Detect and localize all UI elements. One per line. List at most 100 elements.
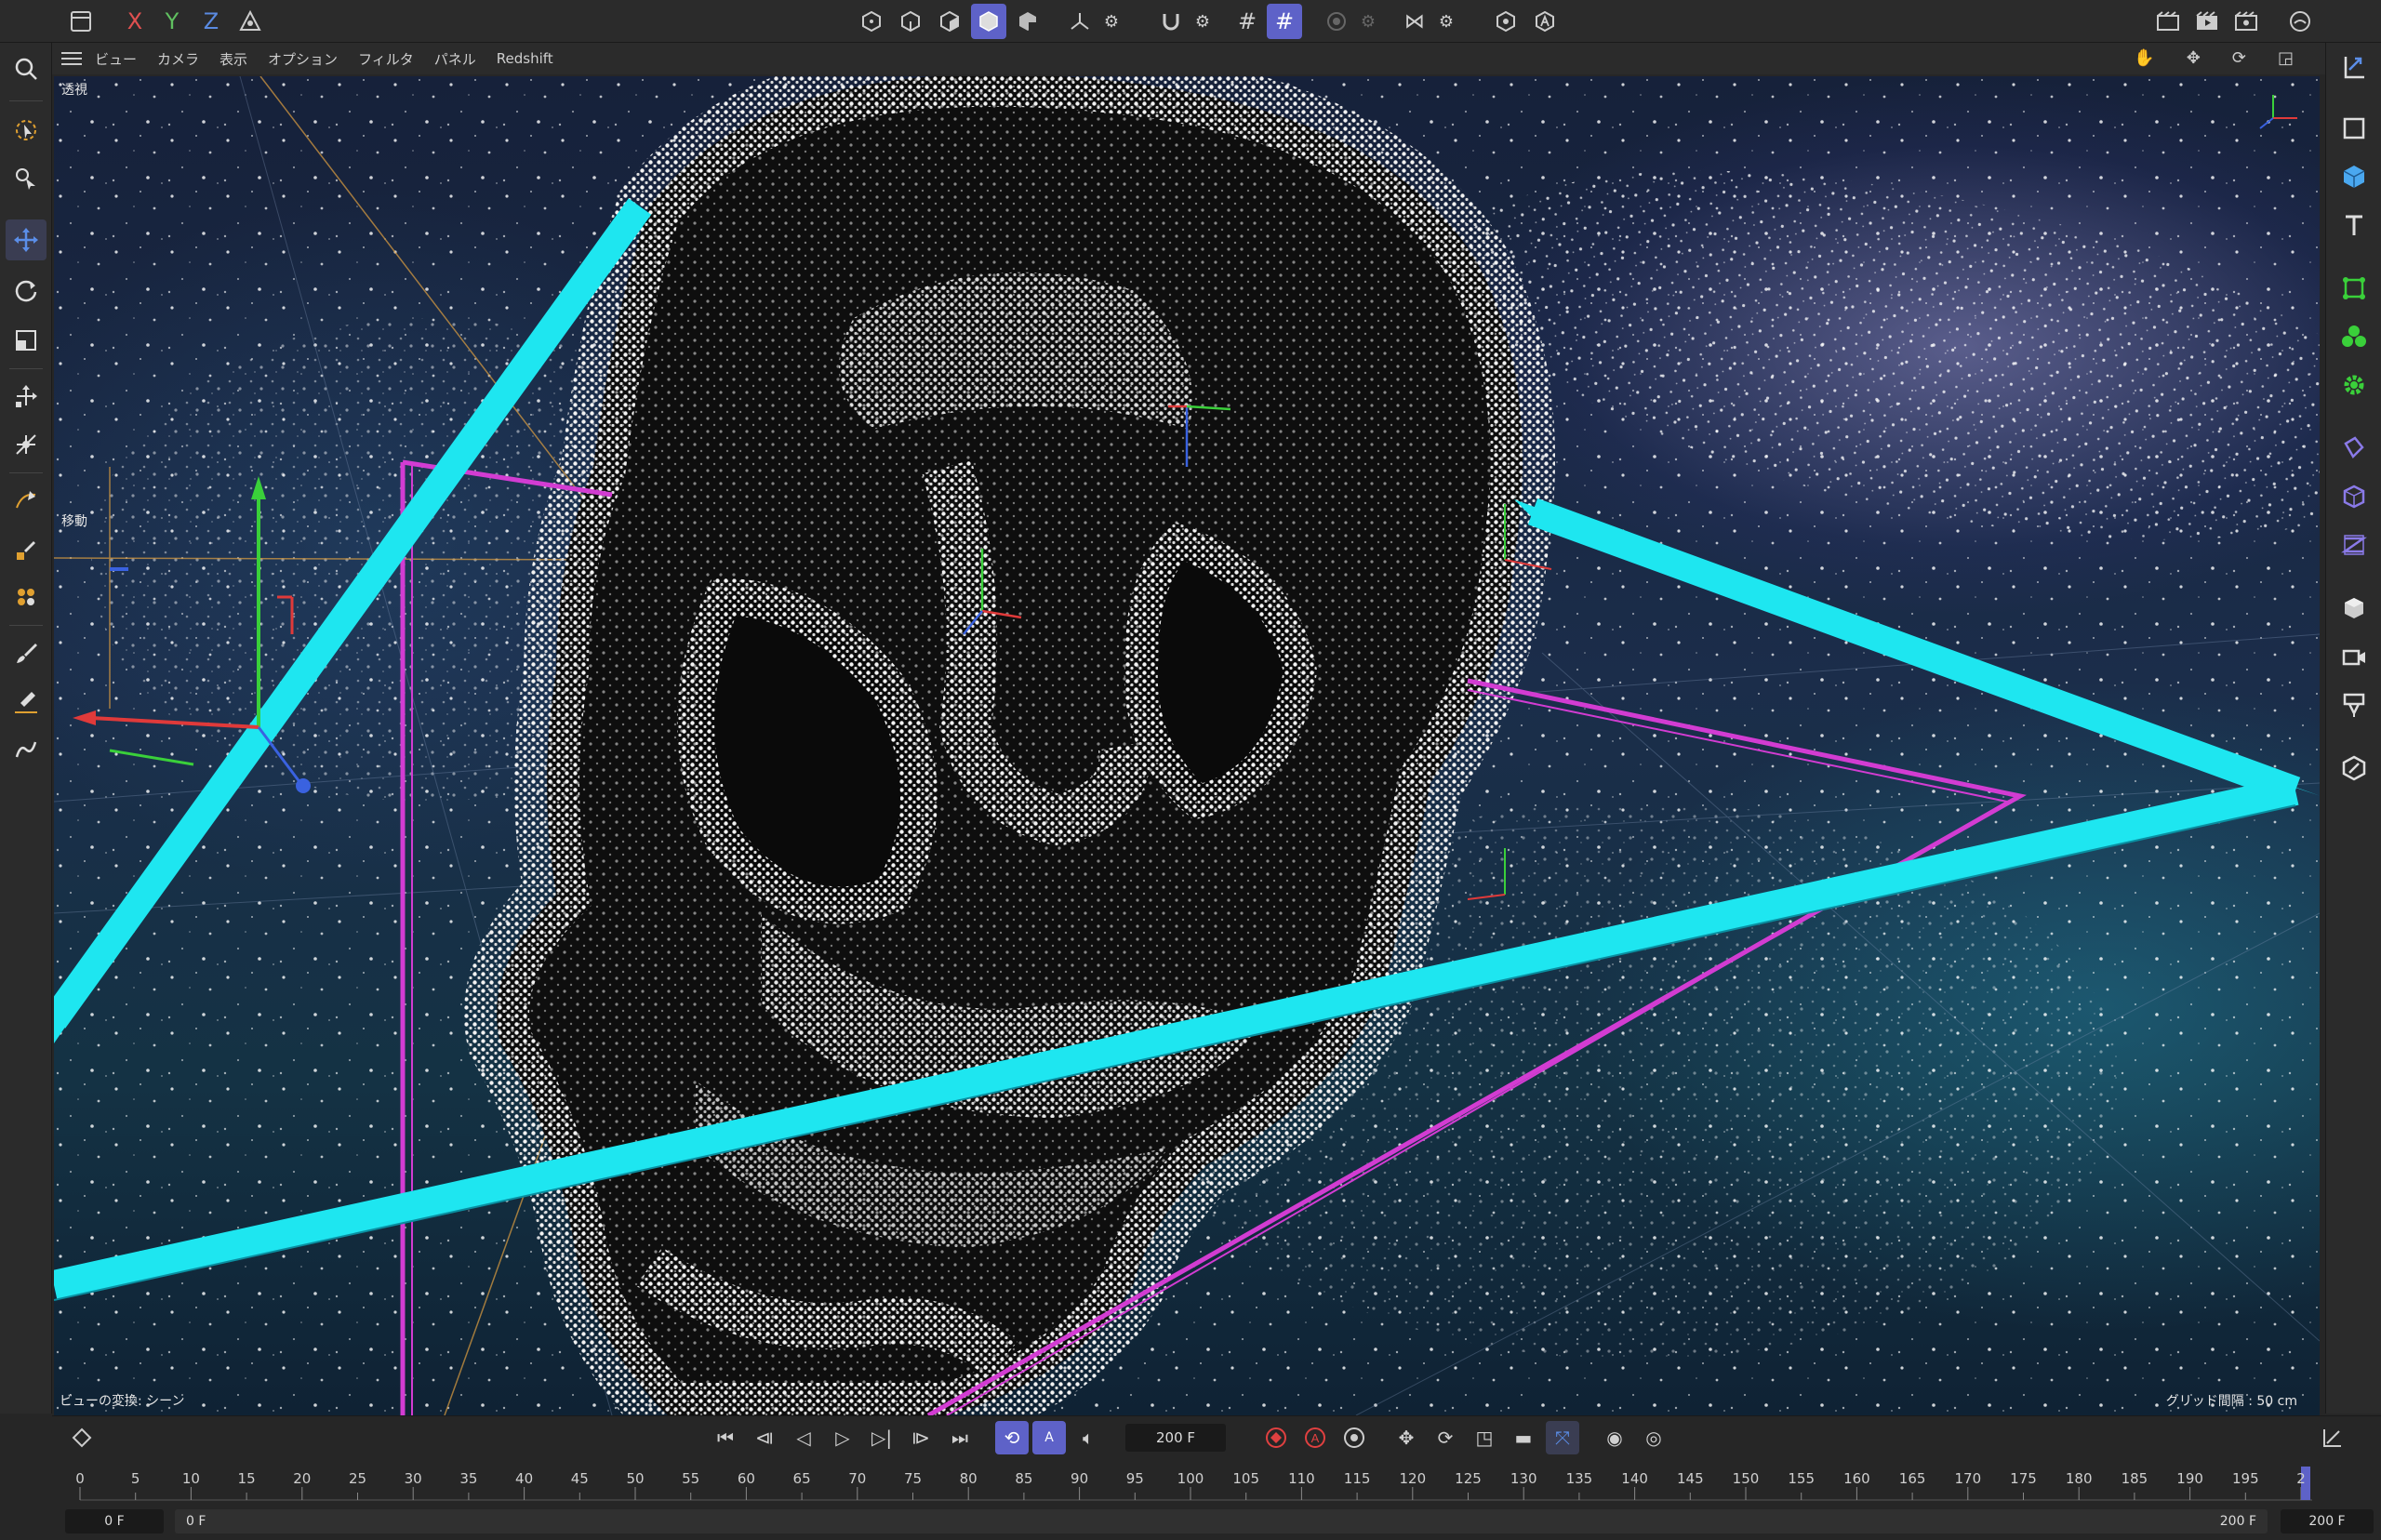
effector-gear-icon[interactable] — [2334, 365, 2374, 405]
paint-brush-icon[interactable] — [6, 632, 47, 673]
model-mode-icon[interactable] — [971, 4, 1006, 39]
spline-sketch-icon[interactable] — [6, 528, 47, 569]
soft-selection-gear-icon[interactable]: ⚙ — [1350, 4, 1386, 39]
render-settings-icon[interactable] — [2228, 4, 2264, 39]
subdivision-generator-icon[interactable] — [2334, 268, 2374, 309]
live-selection-icon[interactable] — [6, 110, 47, 151]
current-frame-field[interactable]: 200 F — [1125, 1424, 1226, 1452]
redshift-feedback-icon[interactable] — [2282, 4, 2318, 39]
timeline-window-icon[interactable]: ◎ — [1637, 1421, 1670, 1454]
viewport-menu-icon[interactable] — [61, 52, 82, 65]
maximize-view-icon[interactable]: ◲ — [2278, 48, 2294, 68]
next-key-icon[interactable]: ⧐ — [904, 1421, 938, 1454]
scale-tool-icon[interactable] — [6, 320, 47, 361]
redshift-ipr-icon[interactable] — [1527, 4, 1563, 39]
menu-panel[interactable]: パネル — [434, 49, 476, 69]
menu-redshift[interactable]: Redshift — [497, 50, 553, 67]
text-object-icon[interactable] — [2334, 205, 2374, 246]
camera-object-icon[interactable] — [2334, 636, 2374, 677]
rotate-view-icon[interactable]: ⟳ — [2232, 48, 2246, 68]
record-point-level-icon[interactable]: ⤧ — [1546, 1421, 1579, 1454]
record-parameter-icon[interactable]: ▬ — [1507, 1421, 1540, 1454]
cinema4d-window: X Y Z ⚙ ⚙ # # ⚙ ⋈ ⚙ ビュー カメラ 表示 オプション フィル… — [0, 0, 2381, 1540]
view-transform-label: ビューの変換: シーン — [60, 1394, 185, 1409]
menu-filter[interactable]: フィルタ — [358, 49, 414, 69]
symmetry-gear-icon[interactable]: ⚙ — [1429, 4, 1464, 39]
fcurve-icon[interactable] — [2316, 1421, 2349, 1454]
axis-settings-gear-icon[interactable]: ⚙ — [1094, 4, 1129, 39]
spline-smooth-icon[interactable] — [6, 577, 47, 617]
ruler-tick-label: 185 — [2121, 1470, 2148, 1487]
move-view-icon[interactable]: ✥ — [2187, 48, 2201, 68]
spline-rectangle-icon[interactable] — [2334, 108, 2374, 149]
knife-tool-icon[interactable] — [6, 681, 47, 722]
loop-icon[interactable]: ⟲ — [995, 1421, 1029, 1454]
snap-magnet-icon[interactable] — [1153, 4, 1189, 39]
animation-mode-icon[interactable]: A — [1032, 1421, 1066, 1454]
3d-viewport[interactable]: 透視 移動 ビューの変換: シーン グリッド間隔 : 50 cm — [54, 76, 2320, 1415]
pan-hand-icon[interactable]: ✋ — [2134, 48, 2154, 68]
soft-selection-icon[interactable] — [1319, 4, 1354, 39]
snap-settings-gear-icon[interactable]: ⚙ — [1185, 4, 1220, 39]
workplane-grid-icon[interactable]: # — [1267, 4, 1302, 39]
next-frame-icon[interactable]: ▷| — [865, 1421, 898, 1454]
preview-start-field[interactable]: 0 F — [65, 1509, 164, 1533]
transform-tool-icon[interactable] — [6, 376, 47, 417]
deformer-ffd-icon[interactable] — [2334, 476, 2374, 517]
y-axis-lock-button[interactable]: Y — [154, 4, 190, 39]
symmetry-icon[interactable]: ⋈ — [1397, 4, 1432, 39]
ruler-tick-label: 155 — [1788, 1470, 1816, 1487]
spline-bridge-icon[interactable] — [6, 729, 47, 770]
tag-edit-icon[interactable] — [2334, 748, 2374, 789]
menu-view[interactable]: ビュー — [95, 49, 137, 69]
deformer-twist-icon[interactable] — [2334, 524, 2374, 565]
frame-ruler[interactable]: 0 5 10 15 20 25 30 35 40 45 50 55 60 65 70 75 80 85 90 95 10… — [52, 1459, 2381, 1504]
go-to-end-icon[interactable]: ⏭ — [943, 1421, 977, 1454]
environment-sky-icon[interactable] — [2334, 588, 2374, 629]
go-to-start-icon[interactable]: ⏮ — [709, 1421, 742, 1454]
render-to-picture-viewer-icon[interactable] — [2189, 4, 2225, 39]
texture-mode-icon[interactable] — [1010, 4, 1045, 39]
light-object-icon[interactable] — [2334, 684, 2374, 725]
x-axis-lock-button[interactable]: X — [117, 4, 153, 39]
axis-mode-icon[interactable] — [1062, 4, 1097, 39]
record-keyframe-icon[interactable] — [1259, 1421, 1293, 1454]
record-position-icon[interactable]: ✥ — [1390, 1421, 1423, 1454]
placement-tool-icon[interactable] — [6, 424, 47, 465]
grid-snap-icon[interactable]: # — [1230, 4, 1265, 39]
sound-icon[interactable]: 🔈︎ — [1071, 1421, 1105, 1454]
layout-icon[interactable] — [63, 4, 99, 39]
previous-key-icon[interactable]: ⧏ — [748, 1421, 781, 1454]
keyframe-diamond-icon[interactable] — [65, 1421, 99, 1454]
selection-tools-icon[interactable] — [6, 158, 47, 199]
cloner-icon[interactable] — [2334, 316, 2374, 357]
play-forward-icon[interactable]: ▷ — [826, 1421, 859, 1454]
redshift-render-view-icon[interactable] — [1488, 4, 1523, 39]
motion-system-icon[interactable]: ◉ — [1598, 1421, 1631, 1454]
record-rotation-icon[interactable]: ⟳ — [1429, 1421, 1462, 1454]
deformer-bend-icon[interactable] — [2334, 428, 2374, 469]
polygons-mode-icon[interactable] — [932, 4, 967, 39]
move-tool-icon[interactable] — [6, 219, 47, 260]
previous-frame-icon[interactable]: ◁ — [787, 1421, 820, 1454]
menu-options[interactable]: オプション — [268, 49, 338, 69]
rotate-tool-icon[interactable] — [6, 270, 47, 311]
cube-object-icon[interactable] — [2334, 156, 2374, 197]
coordinate-system-icon[interactable] — [233, 4, 268, 39]
ruler-tick-label: 195 — [2231, 1470, 2259, 1487]
record-scale-icon[interactable]: ◳ — [1468, 1421, 1501, 1454]
search-icon[interactable] — [6, 48, 47, 89]
z-axis-lock-button[interactable]: Z — [193, 4, 229, 39]
null-object-icon[interactable] — [2334, 46, 2374, 87]
spline-pen-icon[interactable] — [6, 480, 47, 521]
menu-display[interactable]: 表示 — [219, 49, 247, 69]
render-region-icon[interactable] — [2150, 4, 2186, 39]
menu-cameras[interactable]: カメラ — [157, 49, 199, 69]
ruler-tick-label: 45 — [570, 1470, 589, 1487]
preview-range-slider[interactable]: 0 F 200 F — [175, 1509, 2268, 1533]
keyframe-selection-icon[interactable] — [1337, 1421, 1371, 1454]
autokey-icon[interactable]: A — [1298, 1421, 1332, 1454]
points-mode-icon[interactable] — [854, 4, 889, 39]
preview-end-field[interactable]: 200 F — [2281, 1509, 2374, 1533]
edges-mode-icon[interactable] — [893, 4, 928, 39]
